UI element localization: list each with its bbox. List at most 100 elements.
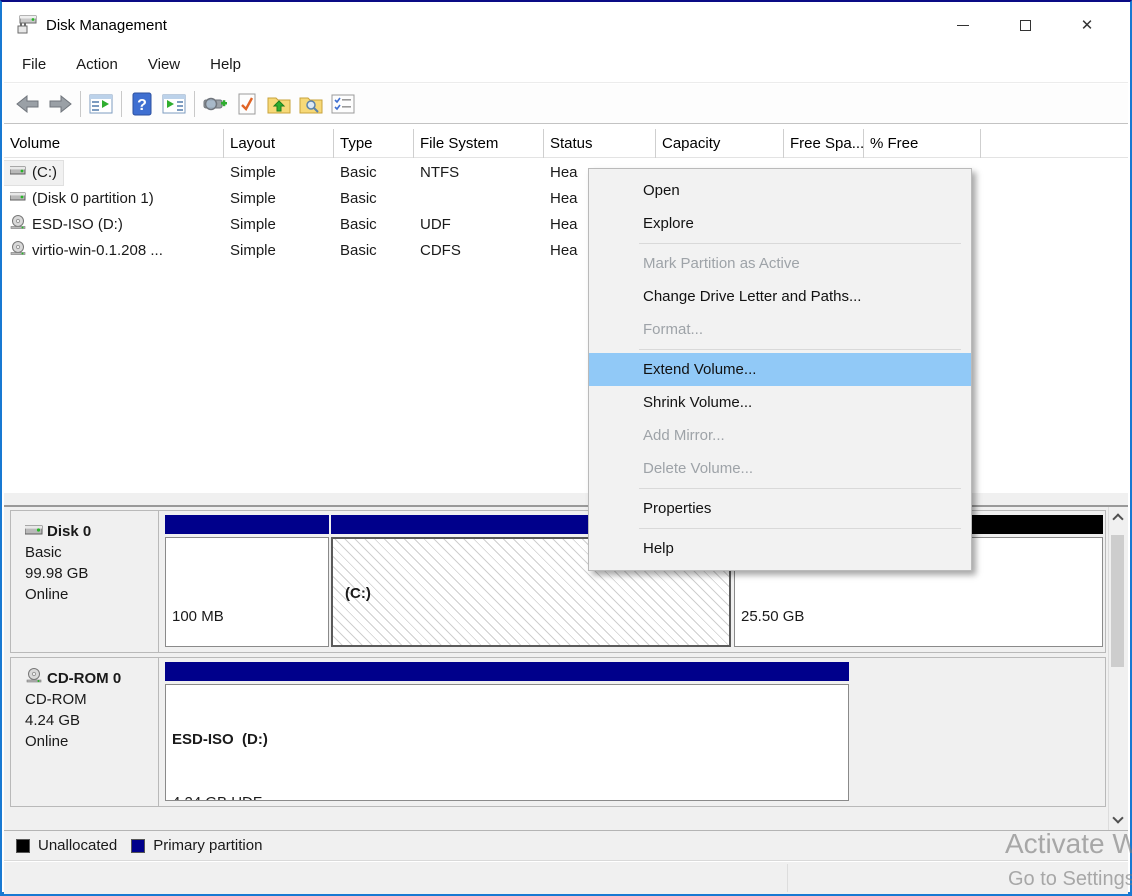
folder-search-icon: [299, 94, 323, 114]
disk-status: Online: [25, 731, 158, 752]
disk-name: Disk 0: [47, 521, 91, 542]
menu-item-open[interactable]: Open: [589, 174, 971, 207]
menu-item-shrink-volume[interactable]: Shrink Volume...: [589, 386, 971, 419]
scrollbar-thumb[interactable]: [1111, 535, 1124, 667]
partition-efi[interactable]: 100 MB Healthy (EFI Syste: [165, 515, 329, 647]
forward-button[interactable]: [44, 89, 76, 119]
file-system-cell: CDFS: [420, 238, 461, 264]
type-cell: Basic: [340, 238, 377, 264]
layout-cell: Simple: [230, 186, 276, 212]
status-bar-divider: [787, 864, 788, 892]
column-header-pct-free[interactable]: % Free: [864, 129, 981, 158]
layout-cell: Simple: [230, 238, 276, 264]
legend-bar: Unallocated Primary partition: [4, 830, 1128, 861]
show-console-tree-button[interactable]: [85, 89, 117, 119]
menu-view[interactable]: View: [136, 50, 192, 79]
toolbar-separator: [194, 91, 195, 117]
menu-item-properties[interactable]: Properties: [589, 492, 971, 525]
cdrom0-row: CD-ROM 0 CD-ROM 4.24 GB Online ESD-ISO (…: [10, 657, 1106, 807]
show-action-pane-icon: [162, 94, 186, 114]
cdrom0-label[interactable]: CD-ROM 0 CD-ROM 4.24 GB Online: [11, 658, 159, 806]
vertical-scrollbar[interactable]: [1108, 507, 1126, 830]
type-cell: Basic: [340, 160, 377, 186]
menu-item-extend-volume[interactable]: Extend Volume...: [589, 353, 971, 386]
minimize-button[interactable]: [932, 4, 994, 46]
volume-cell: ESD-ISO (D:): [4, 213, 129, 237]
partition-title: ESD-ISO (D:): [172, 729, 842, 750]
context-menu: Open Explore Mark Partition as Active Ch…: [588, 168, 972, 571]
check-document-button[interactable]: [231, 89, 263, 119]
close-icon: ✕: [1081, 16, 1094, 34]
layout-cell: Simple: [230, 212, 276, 238]
menu-action[interactable]: Action: [64, 50, 130, 79]
column-header-volume[interactable]: Volume: [4, 129, 224, 158]
column-header-layout[interactable]: Layout: [224, 129, 334, 158]
disk-kind: CD-ROM: [25, 689, 158, 710]
cd-rom-icon: [10, 212, 26, 238]
help-icon: ?: [132, 92, 152, 116]
scroll-down-icon[interactable]: [1112, 812, 1123, 823]
column-header-capacity[interactable]: Capacity: [656, 129, 784, 158]
volume-name: (C:): [32, 160, 57, 186]
scroll-up-icon[interactable]: [1112, 513, 1123, 524]
volume-list-header: Volume Layout Type File System Status Ca…: [4, 129, 1128, 158]
disk-size: 4.24 GB: [25, 710, 158, 731]
back-button[interactable]: [12, 89, 44, 119]
volume-cell: virtio-win-0.1.208 ...: [4, 239, 169, 263]
folder-up-button[interactable]: [263, 89, 295, 119]
disk0-name-line: Disk 0: [25, 521, 158, 542]
window-title: Disk Management: [46, 17, 167, 34]
activate-windows-watermark-sub: Go to Settings to acti: [1008, 868, 1132, 891]
menu-item-mark-partition-active[interactable]: Mark Partition as Active: [589, 247, 971, 280]
minimize-icon: [957, 25, 969, 26]
menu-item-delete-volume[interactable]: Delete Volume...: [589, 452, 971, 485]
column-header-type[interactable]: Type: [334, 129, 414, 158]
volume-cell: (C:): [4, 161, 63, 185]
column-header-file-system[interactable]: File System: [414, 129, 544, 158]
disk-kind: Basic: [25, 542, 158, 563]
type-cell: Basic: [340, 186, 377, 212]
menu-item-help[interactable]: Help: [589, 532, 971, 565]
legend-label-primary: Primary partition: [153, 837, 262, 854]
back-arrow-icon: [16, 95, 40, 113]
maximize-button[interactable]: [994, 4, 1056, 46]
volume-name: ESD-ISO (D:): [32, 212, 123, 238]
menu-item-explore[interactable]: Explore: [589, 207, 971, 240]
toolbar: ?: [4, 84, 1128, 124]
close-button[interactable]: ✕: [1056, 4, 1118, 46]
type-cell: Basic: [340, 212, 377, 238]
disk-management-app-icon: [16, 14, 38, 36]
window-frame: Disk Management ✕ File Action View Help: [0, 0, 1132, 896]
rescan-disks-button[interactable]: [199, 89, 231, 119]
partition-esd-iso[interactable]: ESD-ISO (D:) 4.24 GB UDF Healthy (Primar…: [165, 662, 849, 801]
activate-windows-watermark: Activate Windo: [1005, 828, 1132, 860]
help-button[interactable]: ?: [126, 89, 158, 119]
action-list-button[interactable]: [327, 89, 359, 119]
disk0-label[interactable]: Disk 0 Basic 99.98 GB Online: [11, 511, 159, 652]
primary-partition-band: [165, 662, 849, 681]
menu-separator: [639, 243, 961, 244]
partition-size: 74.39 GB NTFS: [339, 646, 723, 647]
menu-item-format[interactable]: Format...: [589, 313, 971, 346]
show-action-pane-button[interactable]: [158, 89, 190, 119]
partition-size: 4.24 GB UDF: [172, 792, 842, 801]
layout-cell: Simple: [230, 160, 276, 186]
menu-help[interactable]: Help: [198, 50, 253, 79]
cdrom0-name-line: CD-ROM 0: [25, 668, 158, 689]
rescan-disks-icon: [202, 94, 228, 114]
menu-file[interactable]: File: [10, 50, 58, 79]
folder-up-icon: [267, 94, 291, 114]
cd-rom-icon: [10, 238, 26, 264]
volume-cell: (Disk 0 partition 1): [4, 187, 160, 211]
status-cell: Hea: [550, 212, 578, 238]
column-header-status[interactable]: Status: [544, 129, 656, 158]
menu-item-change-drive-letter[interactable]: Change Drive Letter and Paths...: [589, 280, 971, 313]
column-header-free-space[interactable]: Free Spa...: [784, 129, 864, 158]
menu-item-add-mirror[interactable]: Add Mirror...: [589, 419, 971, 452]
folder-search-button[interactable]: [295, 89, 327, 119]
partition-size: 25.50 GB: [741, 606, 1096, 627]
disk-drive-icon: [25, 521, 43, 542]
legend-label-unallocated: Unallocated: [38, 837, 117, 854]
cd-rom-icon: [25, 668, 43, 689]
maximize-icon: [1020, 20, 1031, 31]
